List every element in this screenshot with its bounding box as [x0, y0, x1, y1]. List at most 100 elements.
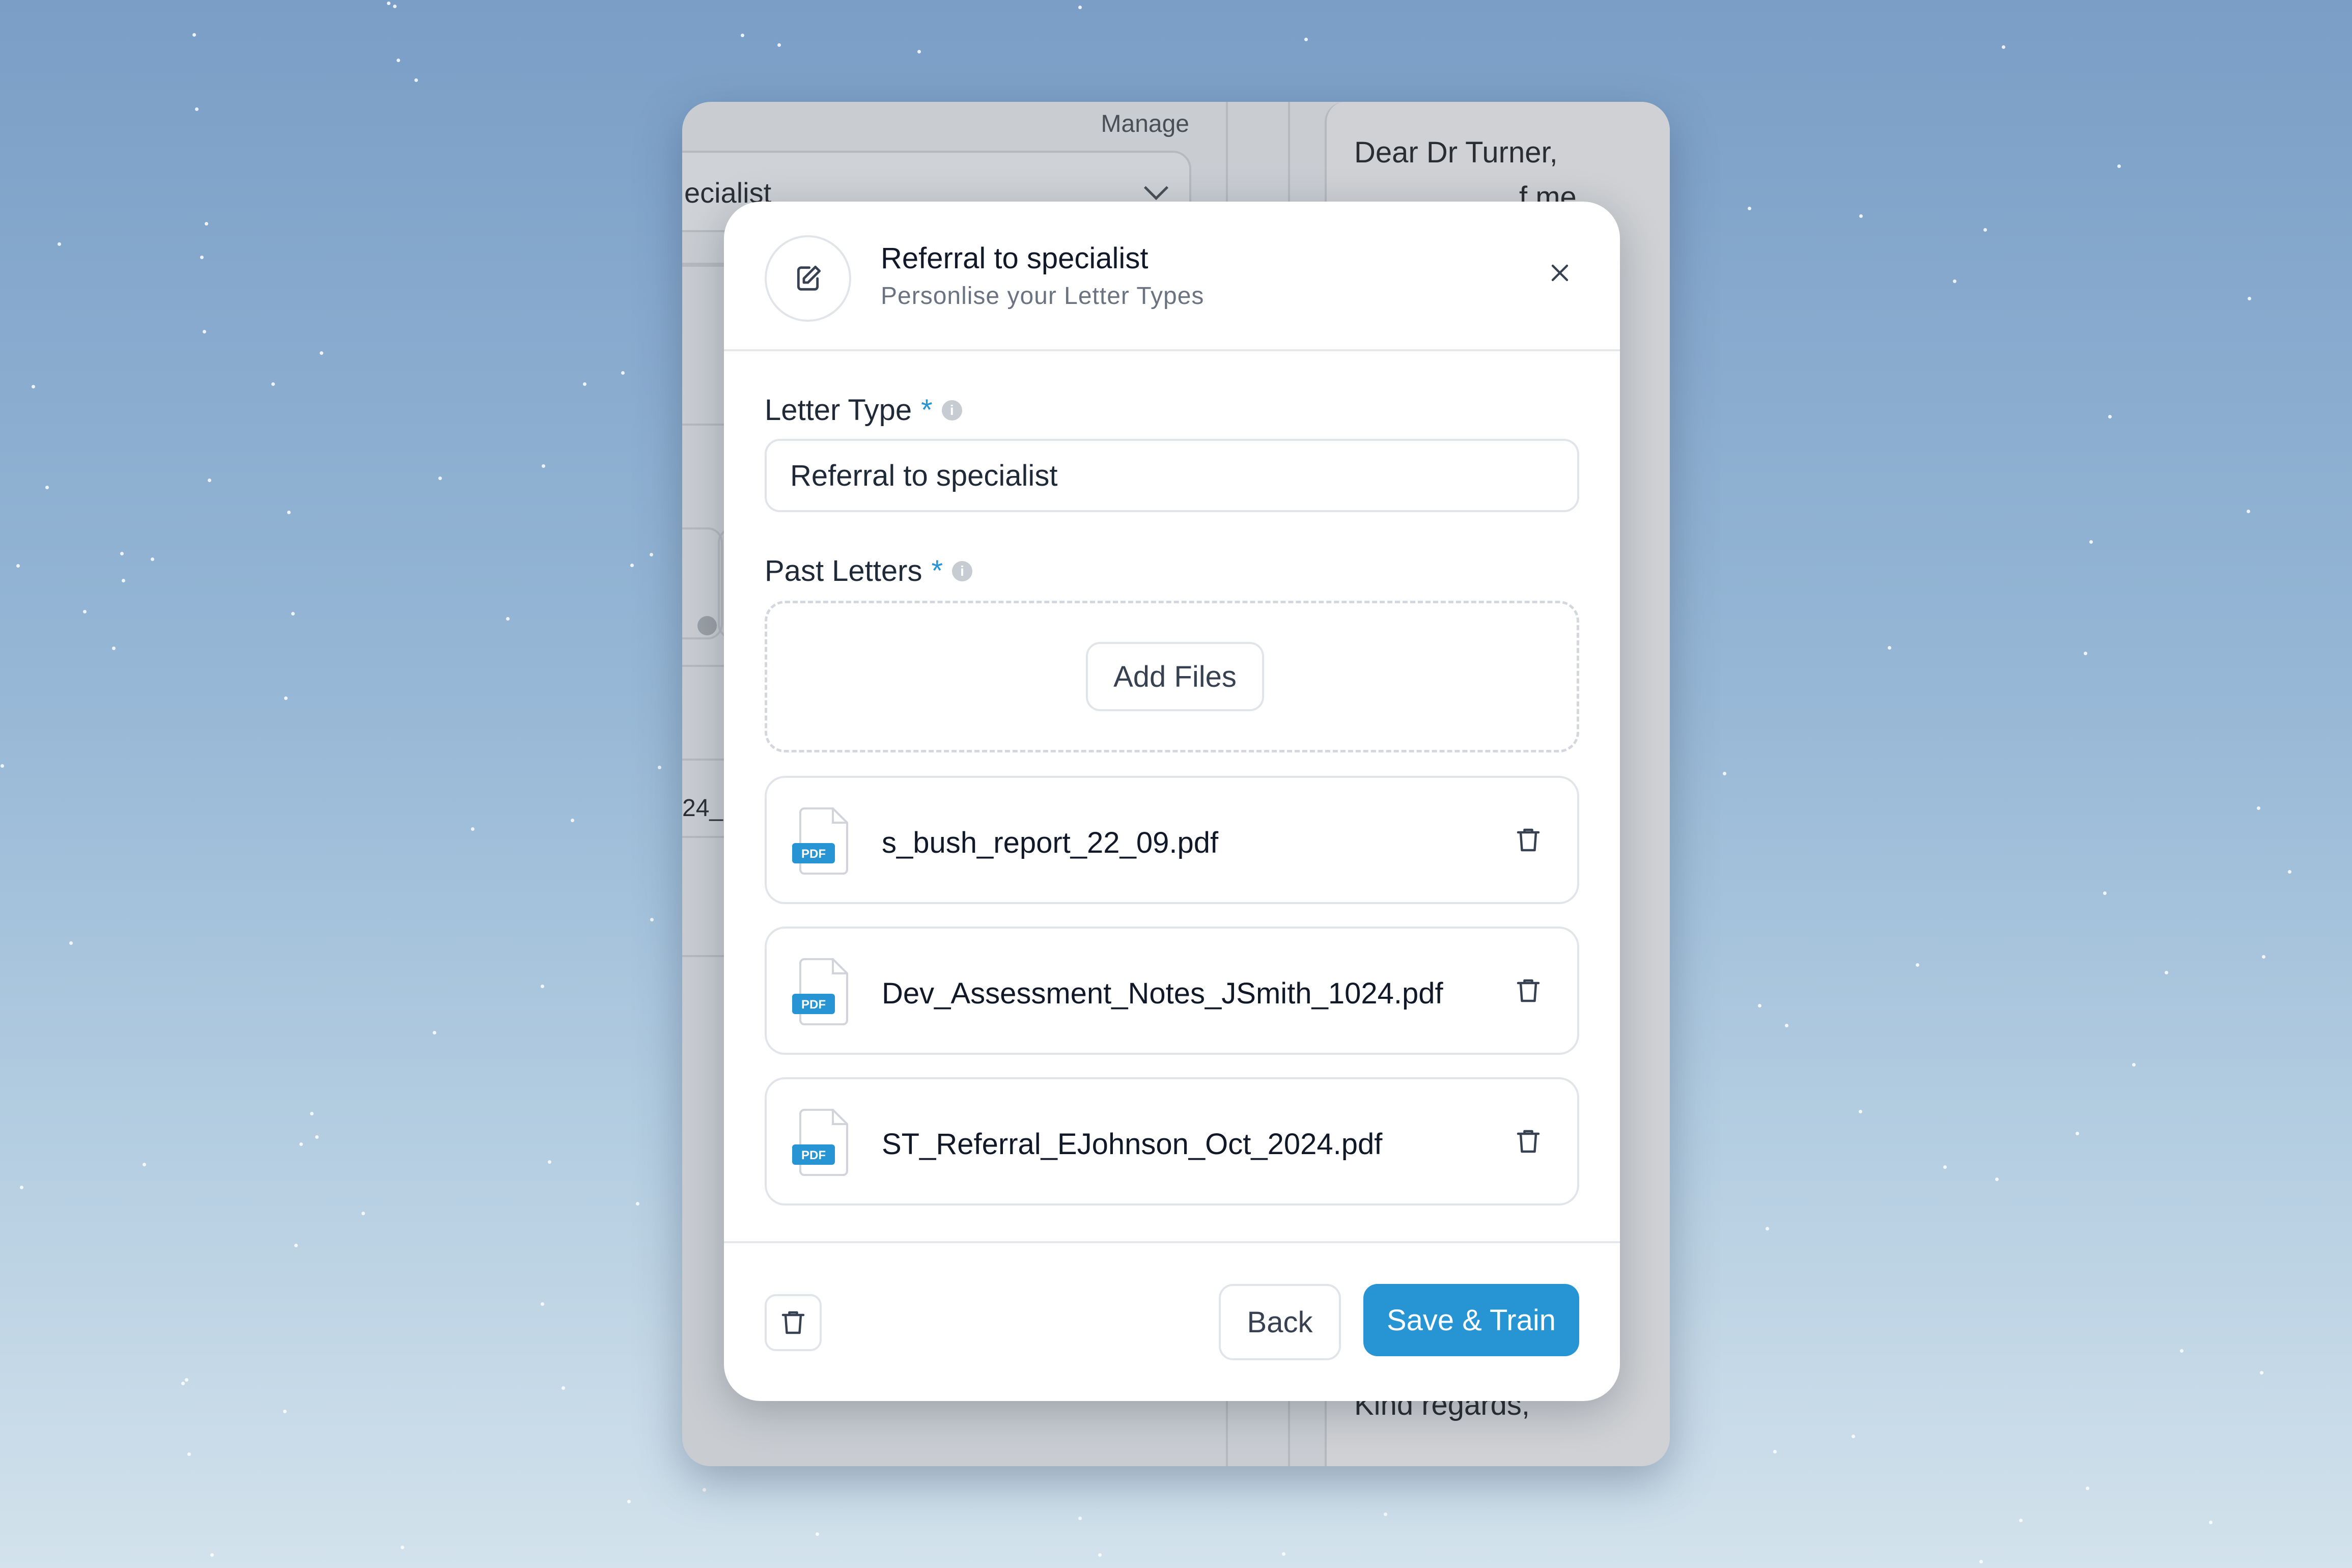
trash-icon — [1517, 979, 1540, 1002]
star-dot — [271, 382, 275, 386]
close-button[interactable] — [1539, 253, 1580, 293]
star-dot — [69, 941, 73, 945]
star-dot — [20, 1186, 23, 1190]
chevron-down-icon — [1143, 175, 1169, 201]
star-dot — [120, 551, 124, 555]
pdf-file-icon: PDF — [790, 806, 853, 878]
star-dot — [627, 1499, 631, 1503]
star-dot — [621, 371, 625, 375]
star-dot — [320, 351, 324, 355]
star-dot — [1078, 6, 1082, 10]
star-dot — [816, 1532, 820, 1536]
trash-icon — [781, 1311, 805, 1334]
star-dot — [2256, 806, 2260, 810]
past-letters-label-text: Past Letters — [765, 554, 922, 587]
star-dot — [2086, 1486, 2090, 1490]
star-dot — [1773, 1449, 1777, 1453]
star-dot — [1098, 1553, 1102, 1557]
letter-type-label: Letter Type * i — [765, 393, 962, 427]
star-dot — [540, 1302, 544, 1306]
star-dot — [2001, 45, 2005, 49]
star-dot — [122, 578, 125, 582]
delete-letter-type-button[interactable] — [765, 1294, 822, 1351]
star-dot — [1757, 1004, 1761, 1008]
star-dot — [438, 477, 442, 481]
star-dot — [202, 330, 206, 334]
star-dot — [2084, 652, 2088, 656]
star-dot — [1383, 1513, 1387, 1517]
modal-header: Referral to specialist Personlise your L… — [724, 202, 1620, 351]
star-dot — [650, 918, 654, 922]
add-files-button[interactable]: Add Files — [1086, 642, 1264, 711]
trash-icon — [1517, 1130, 1540, 1153]
star-dot — [361, 1212, 365, 1216]
star-dot — [542, 464, 546, 468]
required-marker: * — [931, 554, 943, 587]
pdf-badge-label: PDF — [801, 998, 826, 1012]
remove-file-button[interactable] — [1508, 970, 1549, 1011]
star-dot — [1943, 1165, 1947, 1169]
background-file-fragment: 24_ — [682, 795, 723, 822]
info-icon[interactable]: i — [952, 561, 973, 581]
star-dot — [1915, 963, 1919, 967]
trash-icon — [1517, 828, 1540, 852]
star-dot — [630, 563, 634, 567]
past-letters-label: Past Letters * i — [765, 554, 973, 588]
star-dot — [2208, 1521, 2213, 1525]
star-dot — [393, 5, 397, 9]
star-dot — [207, 479, 211, 483]
star-dot — [1983, 228, 1987, 232]
star-dot — [2248, 296, 2252, 300]
star-dot — [194, 107, 199, 111]
file-name: s_bush_report_22_09.pdf — [882, 826, 1219, 859]
file-dropzone[interactable]: Add Files — [765, 601, 1579, 752]
star-dot — [151, 557, 155, 562]
star-dot — [287, 510, 291, 514]
file-name: ST_Referral_EJohnson_Oct_2024.pdf — [882, 1128, 1383, 1161]
star-dot — [506, 617, 510, 621]
star-dot — [2180, 1349, 2184, 1353]
star-dot — [32, 384, 36, 388]
star-dot — [181, 1381, 185, 1385]
star-dot — [401, 1545, 405, 1549]
star-dot — [1995, 1178, 1999, 1182]
info-icon[interactable]: i — [941, 400, 962, 421]
star-dot — [294, 1244, 298, 1248]
star-dot — [740, 34, 744, 38]
star-dot — [636, 1202, 640, 1206]
star-dot — [2019, 1518, 2023, 1522]
star-dot — [142, 1163, 146, 1166]
star-dot — [210, 1553, 214, 1557]
star-dot — [57, 242, 61, 246]
letter-greeting: Dear Dr Turner, — [1354, 136, 1558, 169]
file-card: PDF ST_Referral_EJohnson_Oct_2024.pdf — [765, 1077, 1579, 1206]
star-dot — [2261, 955, 2265, 959]
pdf-file-icon: PDF — [790, 957, 853, 1029]
star-dot — [192, 33, 196, 37]
star-dot — [657, 766, 661, 770]
required-marker: * — [921, 394, 933, 427]
save-train-button[interactable]: Save & Train — [1363, 1284, 1579, 1356]
manage-link: Manage — [1101, 110, 1189, 137]
star-dot — [200, 256, 204, 260]
star-dot — [184, 1378, 188, 1382]
star-dot — [387, 1, 391, 5]
star-dot — [82, 610, 87, 614]
remove-file-button[interactable] — [1508, 1121, 1549, 1162]
star-dot — [283, 1409, 287, 1413]
letter-type-input[interactable] — [765, 439, 1579, 512]
star-dot — [541, 985, 545, 989]
star-dot — [2108, 414, 2112, 418]
star-dot — [2164, 971, 2168, 975]
remove-file-button[interactable] — [1508, 820, 1549, 860]
star-dot — [917, 50, 921, 54]
star-dot — [1785, 1023, 1789, 1027]
modal-title: Referral to specialist — [881, 242, 1149, 275]
edit-document-icon — [765, 235, 851, 322]
star-dot — [2103, 891, 2107, 895]
star-dot — [432, 1031, 436, 1035]
back-button[interactable]: Back — [1219, 1284, 1341, 1360]
pdf-file-icon: PDF — [790, 1108, 853, 1180]
star-dot — [2075, 1132, 2079, 1136]
star-dot — [1888, 646, 1892, 650]
